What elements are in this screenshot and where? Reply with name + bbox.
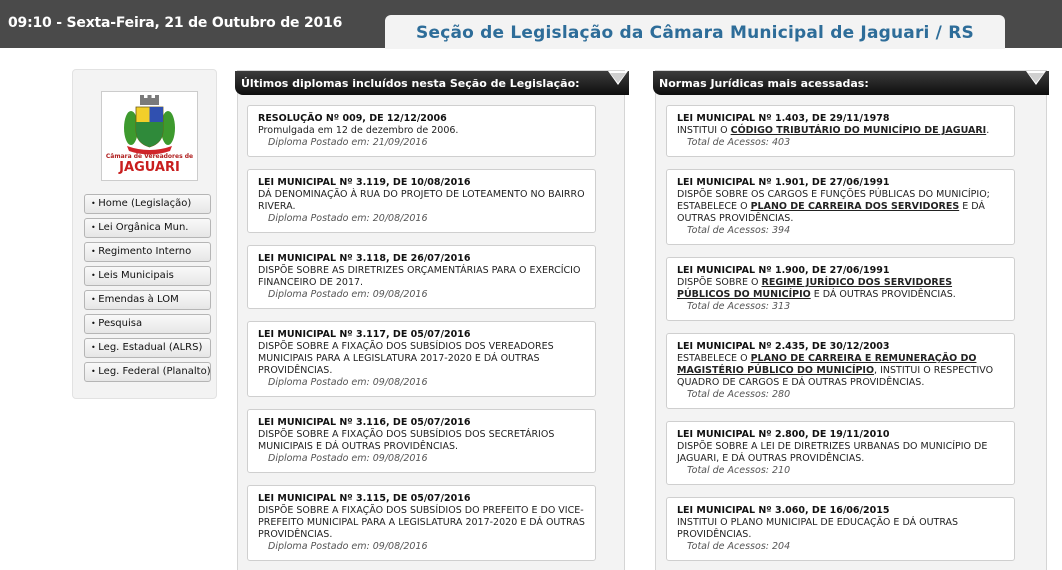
norma-title[interactable]: LEI MUNICIPAL Nº 3.060, DE 16/06/2015 — [677, 505, 1004, 517]
access-count: Total de Acessos: 403 — [687, 137, 791, 148]
list-item[interactable]: LEI MUNICIPAL Nº 1.403, DE 29/11/1978 IN… — [666, 105, 1015, 157]
recent-diplomas-panel: Últimos diplomas incluídos nesta Seção d… — [235, 70, 629, 570]
current-datetime: 09:10 - Sexta-Feira, 21 de Outubro de 20… — [8, 15, 343, 31]
list-item[interactable]: LEI MUNICIPAL Nº 3.116, DE 05/07/2016 DI… — [247, 409, 596, 473]
diploma-title[interactable]: LEI MUNICIPAL Nº 3.117, DE 05/07/2016 — [258, 329, 585, 341]
list-item[interactable]: LEI MUNICIPAL Nº 3.115, DE 05/07/2016 DI… — [247, 485, 596, 561]
page-title-box: Seção de Legislação da Câmara Municipal … — [385, 15, 1005, 49]
diploma-description: DISPÕE SOBRE AS DIRETRIZES ORÇAMENTÁRIAS… — [258, 265, 581, 288]
nav-leg-federal-button[interactable]: Leg. Federal (Planalto) — [84, 362, 211, 382]
diploma-description: DISPÕE SOBRE A FIXAÇÃO DOS SUBSÍDIOS DOS… — [258, 341, 554, 376]
nav-lei-organica-button[interactable]: Lei Orgânica Mun. — [84, 218, 211, 238]
access-count: Total de Acessos: 280 — [687, 389, 791, 400]
nav-leg-estadual-button[interactable]: Leg. Estadual (ALRS) — [84, 338, 211, 358]
top-bar: 09:10 - Sexta-Feira, 21 de Outubro de 20… — [0, 0, 1062, 49]
diploma-posted-date: Diploma Postado em: 21/09/2016 — [268, 137, 428, 148]
nav-leis-municipais-button[interactable]: Leis Municipais — [84, 266, 211, 286]
norma-subject-link[interactable]: PLANO DE CARREIRA DOS SERVIDORES — [751, 201, 960, 212]
norma-subject-link[interactable]: CÓDIGO TRIBUTÁRIO DO MUNICÍPIO DE JAGUAR… — [731, 125, 987, 136]
diploma-posted-date: Diploma Postado em: 09/08/2016 — [268, 289, 428, 300]
recent-panel-heading: Últimos diplomas incluídos nesta Seção d… — [235, 71, 629, 95]
norma-title[interactable]: LEI MUNICIPAL Nº 1.403, DE 29/11/1978 — [677, 113, 1004, 125]
access-count: Total de Acessos: 394 — [687, 225, 791, 236]
most-accessed-panel: Normas Jurídicas mais acessadas: LEI MUN… — [653, 69, 1050, 570]
list-item[interactable]: LEI MUNICIPAL Nº 2.435, DE 30/12/2003 ES… — [666, 333, 1015, 409]
diploma-title[interactable]: LEI MUNICIPAL Nº 3.118, DE 26/07/2016 — [258, 253, 585, 265]
norma-description: INSTITUI O PLANO MUNICIPAL DE EDUCAÇÃO E… — [677, 517, 959, 540]
page-title: Seção de Legislação da Câmara Municipal … — [416, 23, 974, 43]
jaguari-logo[interactable]: Câmara de Vereadores de JAGUARI — [101, 91, 198, 181]
list-item[interactable]: LEI MUNICIPAL Nº 3.119, DE 10/08/2016 DÁ… — [247, 169, 596, 233]
nav-home-button[interactable]: Home (Legislação) — [84, 194, 211, 214]
norma-title[interactable]: LEI MUNICIPAL Nº 1.901, DE 27/06/1991 — [677, 177, 1004, 189]
diploma-description: DISPÕE SOBRE A FIXAÇÃO DOS SUBSÍDIOS DOS… — [258, 429, 555, 452]
nav-emendas-button[interactable]: Emendas à LOM — [84, 290, 211, 310]
list-item[interactable]: LEI MUNICIPAL Nº 3.117, DE 05/07/2016 DI… — [247, 321, 596, 397]
chevron-down-icon[interactable] — [604, 69, 632, 93]
diploma-title[interactable]: RESOLUÇÃO Nº 009, DE 12/12/2006 — [258, 113, 585, 125]
norma-description: DISPÕE SOBRE O REGIME JURÍDICO DOS SERVI… — [677, 277, 956, 300]
nav-pesquisa-button[interactable]: Pesquisa — [84, 314, 211, 334]
chevron-down-icon[interactable] — [1022, 69, 1050, 93]
diploma-title[interactable]: LEI MUNICIPAL Nº 3.119, DE 10/08/2016 — [258, 177, 585, 189]
access-count: Total de Acessos: 204 — [687, 541, 791, 552]
norma-description: ESTABELECE O PLANO DE CARREIRA E REMUNER… — [677, 353, 994, 388]
nav-regimento-button[interactable]: Regimento Interno — [84, 242, 211, 262]
access-count: Total de Acessos: 210 — [687, 465, 791, 476]
diploma-title[interactable]: LEI MUNICIPAL Nº 3.115, DE 05/07/2016 — [258, 493, 585, 505]
access-count: Total de Acessos: 313 — [687, 301, 791, 312]
logo-town-name: JAGUARI — [119, 160, 180, 175]
norma-title[interactable]: LEI MUNICIPAL Nº 2.800, DE 19/11/2010 — [677, 429, 1004, 441]
sidebar: Câmara de Vereadores de JAGUARI Home (Le… — [72, 69, 217, 399]
norma-description: DISPÕE SOBRE A LEI DE DIRETRIZES URBANAS… — [677, 441, 988, 464]
list-item[interactable]: LEI MUNICIPAL Nº 2.800, DE 19/11/2010 DI… — [666, 421, 1015, 485]
list-item[interactable]: LEI MUNICIPAL Nº 1.901, DE 27/06/1991 DI… — [666, 169, 1015, 245]
list-item[interactable]: RESOLUÇÃO Nº 009, DE 12/12/2006 Promulga… — [247, 105, 596, 157]
norma-description: INSTITUI O CÓDIGO TRIBUTÁRIO DO MUNICÍPI… — [677, 125, 990, 136]
diploma-posted-date: Diploma Postado em: 09/08/2016 — [268, 453, 428, 464]
list-item[interactable]: LEI MUNICIPAL Nº 3.118, DE 26/07/2016 DI… — [247, 245, 596, 309]
diploma-description: DISPÕE SOBRE A FIXAÇÃO DOS SUBSÍDIOS DO … — [258, 505, 585, 540]
diploma-description: Promulgada em 12 de dezembro de 2006. — [258, 125, 459, 136]
diploma-posted-date: Diploma Postado em: 09/08/2016 — [268, 541, 428, 552]
diploma-posted-date: Diploma Postado em: 20/08/2016 — [268, 213, 428, 224]
list-item[interactable]: LEI MUNICIPAL Nº 3.060, DE 16/06/2015 IN… — [666, 497, 1015, 561]
norma-title[interactable]: LEI MUNICIPAL Nº 2.435, DE 30/12/2003 — [677, 341, 1004, 353]
norma-description: DISPÕE SOBRE OS CARGOS E FUNÇÕES PÚBLICA… — [677, 189, 990, 224]
list-item[interactable]: LEI MUNICIPAL Nº 1.900, DE 27/06/1991 DI… — [666, 257, 1015, 321]
diploma-description: DÁ DENOMINAÇÃO À RUA DO PROJETO DE LOTEA… — [258, 189, 585, 212]
logo-caption: Câmara de Vereadores de — [105, 153, 194, 160]
popular-panel-heading: Normas Jurídicas mais acessadas: — [653, 71, 1049, 95]
diploma-posted-date: Diploma Postado em: 09/08/2016 — [268, 377, 428, 388]
diploma-title[interactable]: LEI MUNICIPAL Nº 3.116, DE 05/07/2016 — [258, 417, 585, 429]
norma-title[interactable]: LEI MUNICIPAL Nº 1.900, DE 27/06/1991 — [677, 265, 1004, 277]
